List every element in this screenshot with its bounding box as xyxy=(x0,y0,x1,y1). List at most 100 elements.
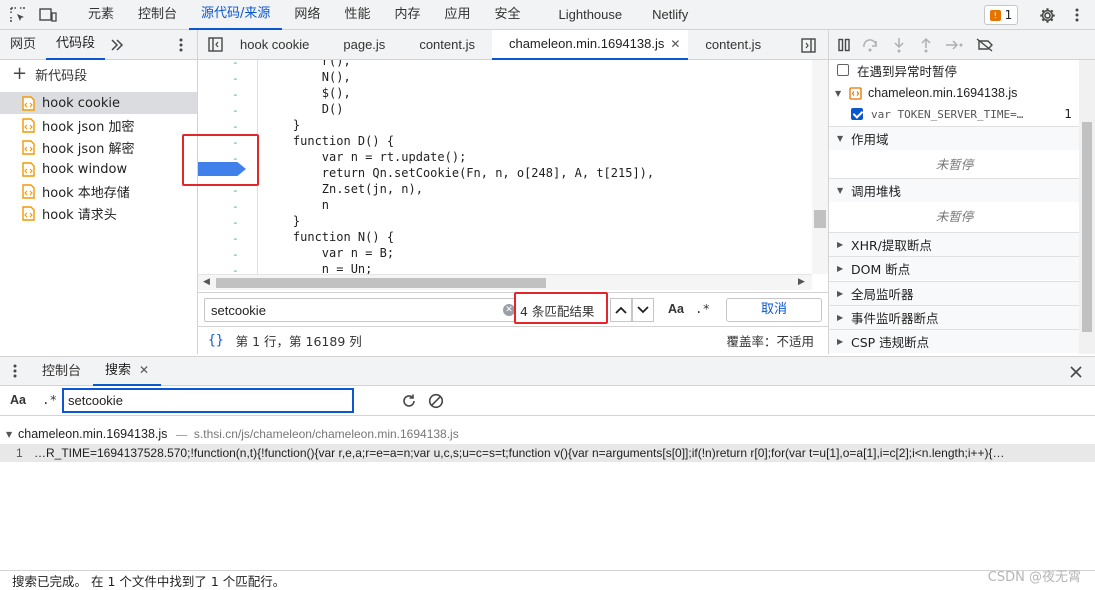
issues-badge[interactable]: ! 1 xyxy=(984,5,1018,25)
more-options-icon[interactable] xyxy=(1068,5,1086,25)
match-case-toggle[interactable]: Aa xyxy=(668,302,684,316)
editor-vertical-scrollbar[interactable] xyxy=(812,60,828,274)
tab-snippets[interactable]: 代码段 xyxy=(46,30,106,60)
code-line: Zn.set(jn, n), xyxy=(264,182,423,196)
gutter-mark: - xyxy=(232,120,239,133)
callstack-section-header[interactable]: ▼ 调用堆栈 xyxy=(829,178,1080,202)
drawer-tabs: 控制台 搜索 ✕ xyxy=(0,356,1095,386)
code-line: r(), xyxy=(264,60,351,68)
scrollbar-thumb[interactable] xyxy=(1082,122,1092,332)
collapse-triangle-icon[interactable]: ▼ xyxy=(837,186,851,195)
tab-performance[interactable]: 性能 xyxy=(332,0,382,30)
tab-sources[interactable]: 源代码/来源 xyxy=(189,0,283,30)
regex-toggle[interactable]: .* xyxy=(695,301,710,316)
global-listeners-header[interactable]: ▶ 全局监听器 xyxy=(829,281,1080,305)
expand-triangle-icon[interactable]: ▶ xyxy=(837,289,851,298)
dom-breakpoints-header[interactable]: ▶ DOM 断点 xyxy=(829,256,1080,280)
pretty-print-icon[interactable]: {} xyxy=(208,333,224,348)
navigator-menu-icon[interactable] xyxy=(174,35,188,55)
expand-triangle-icon[interactable]: ▶ xyxy=(837,264,851,273)
step-over-icon[interactable] xyxy=(862,38,880,52)
toggle-debugger-icon[interactable] xyxy=(798,36,818,54)
close-drawer-icon[interactable] xyxy=(1066,362,1086,382)
csp-violation-breakpoints-header[interactable]: ▶ CSP 违规断点 xyxy=(829,329,1080,353)
plus-icon: + xyxy=(12,63,28,84)
tab-lighthouse[interactable]: Lighthouse xyxy=(547,0,635,30)
snippet-item[interactable]: hook 本地存储 xyxy=(0,180,197,202)
coverage-status: 覆盖率：不适用 xyxy=(726,334,814,349)
step-into-icon[interactable] xyxy=(891,37,907,53)
result-match-row[interactable]: 1 …R_TIME=1694137528.570;!function(n,t){… xyxy=(0,444,1095,462)
find-next-button[interactable] xyxy=(632,298,654,322)
devtools-main-toolbar: 元素 控制台 源代码/来源 网络 性能 内存 应用 安全 Lighthouse … xyxy=(0,0,1095,30)
close-tab-icon[interactable]: ✕ xyxy=(139,363,149,377)
scope-title: 作用域 xyxy=(851,132,889,147)
editor-tab-content-js-2[interactable]: content.js xyxy=(688,30,778,60)
tab-page[interactable]: 网页 xyxy=(0,30,46,60)
snippet-file-icon xyxy=(22,139,35,155)
editor-tab-chameleon-js[interactable]: chameleon.min.1694138.js ✕ xyxy=(491,29,689,60)
snippet-item[interactable]: hook json 解密 xyxy=(0,136,197,158)
snippet-item[interactable]: hook cookie xyxy=(0,92,197,114)
editor-tab-content-js[interactable]: content.js xyxy=(402,30,492,60)
find-previous-button[interactable] xyxy=(610,298,632,322)
breakpoint-entry[interactable]: var TOKEN_SERVER_TIME=… 1 xyxy=(829,104,1080,124)
breakpoint-checkbox[interactable] xyxy=(851,108,863,120)
pause-on-exceptions-checkbox[interactable] xyxy=(837,64,849,76)
more-tabs-chevron-icon[interactable] xyxy=(107,30,127,60)
step-out-icon[interactable] xyxy=(918,37,934,53)
tab-network[interactable]: 网络 xyxy=(282,0,332,30)
tab-elements[interactable]: 元素 xyxy=(76,0,126,30)
scroll-left-arrow-icon[interactable]: ◀ xyxy=(203,277,210,287)
expand-triangle-icon[interactable]: ▶ xyxy=(837,240,851,249)
tab-memory[interactable]: 内存 xyxy=(382,0,432,30)
snippet-item[interactable]: hook 请求头 xyxy=(0,202,197,224)
editor-tab-page-js[interactable]: page.js xyxy=(326,30,402,60)
result-file-row[interactable]: ▼ chameleon.min.1694138.js — s.thsi.cn/j… xyxy=(0,424,1095,444)
clear-search-icon[interactable] xyxy=(427,392,445,410)
toggle-navigator-icon[interactable] xyxy=(198,30,232,60)
drawer-tab-console[interactable]: 控制台 xyxy=(30,357,93,386)
code-editor[interactable]: - - - - - - - - - - - - - r(), N(), $(),… xyxy=(198,60,828,274)
search-input[interactable] xyxy=(62,388,354,413)
pause-on-exceptions-row[interactable]: 在遇到异常时暂停 xyxy=(829,60,1080,80)
tab-netlify[interactable]: Netlify xyxy=(640,0,700,30)
event-listener-breakpoints-header[interactable]: ▶ 事件监听器断点 xyxy=(829,305,1080,329)
close-tab-icon[interactable]: ✕ xyxy=(670,37,680,51)
device-toolbar-icon[interactable] xyxy=(36,0,60,30)
snippet-item[interactable]: hook window xyxy=(0,158,197,180)
expand-triangle-icon[interactable]: ▶ xyxy=(837,313,851,322)
step-icon[interactable] xyxy=(945,38,965,52)
expand-triangle-icon[interactable]: ▼ xyxy=(6,430,18,439)
tab-application[interactable]: 应用 xyxy=(432,0,482,30)
drawer-tab-search[interactable]: 搜索 ✕ xyxy=(93,357,162,386)
deactivate-breakpoints-icon[interactable] xyxy=(976,37,994,52)
search-match-case-toggle[interactable]: Aa xyxy=(10,393,26,407)
settings-gear-icon[interactable] xyxy=(1036,5,1058,25)
expand-triangle-icon[interactable]: ▶ xyxy=(837,337,851,346)
refresh-search-icon[interactable] xyxy=(400,392,418,410)
snippet-item[interactable]: hook json 加密 xyxy=(0,114,197,136)
scope-section-header[interactable]: ▼ 作用域 xyxy=(829,126,1080,150)
find-input[interactable] xyxy=(204,298,516,322)
search-regex-toggle[interactable]: .* xyxy=(42,392,57,407)
editor-horizontal-scrollbar[interactable]: ◀ ▶ xyxy=(198,274,812,290)
tab-security[interactable]: 安全 xyxy=(482,0,532,30)
xhr-breakpoints-header[interactable]: ▶ XHR/提取断点 xyxy=(829,232,1080,256)
snippet-file-icon xyxy=(22,161,35,177)
editor-tab-hook-cookie[interactable]: hook cookie xyxy=(232,30,326,60)
expand-triangle-icon[interactable]: ▼ xyxy=(835,89,849,98)
scroll-right-arrow-icon[interactable]: ▶ xyxy=(798,277,805,287)
new-snippet-button[interactable]: + 新代码段 xyxy=(0,60,197,88)
snippet-file-icon xyxy=(22,183,35,199)
scrollbar-thumb[interactable] xyxy=(814,210,826,228)
find-cancel-button[interactable]: 取消 xyxy=(726,298,822,322)
scrollbar-thumb[interactable] xyxy=(216,278,546,288)
debugger-scrollbar[interactable] xyxy=(1079,60,1095,354)
drawer-menu-icon[interactable] xyxy=(0,357,30,386)
pause-resume-icon[interactable] xyxy=(837,38,851,52)
collapse-triangle-icon[interactable]: ▼ xyxy=(837,134,851,143)
tab-console[interactable]: 控制台 xyxy=(126,0,189,30)
inspect-element-icon[interactable] xyxy=(0,0,36,30)
breakpoint-file-row[interactable]: ▼ chameleon.min.1694138.js xyxy=(829,82,1080,104)
